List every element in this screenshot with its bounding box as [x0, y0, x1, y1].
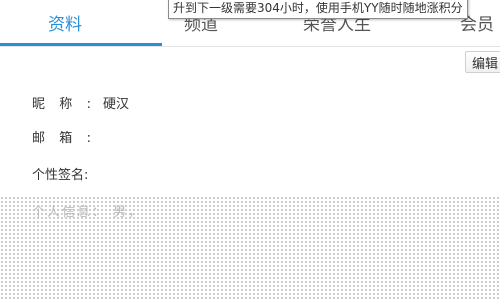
edit-button[interactable]: 编辑: [465, 51, 500, 73]
email-label: 邮箱:: [32, 131, 106, 146]
nickname-value: 硬汉: [103, 97, 130, 112]
tab-profile[interactable]: 资料: [48, 10, 82, 40]
signature-label: 个性签名:: [32, 168, 89, 183]
nickname-label: 昵称:: [32, 97, 106, 112]
level-tooltip: 升到下一级需要304小时，使用手机YY随时随地涨积分: [168, 0, 468, 19]
active-tab-indicator: [0, 43, 162, 46]
personal-info-label: 个人信息： 男，: [32, 205, 144, 220]
